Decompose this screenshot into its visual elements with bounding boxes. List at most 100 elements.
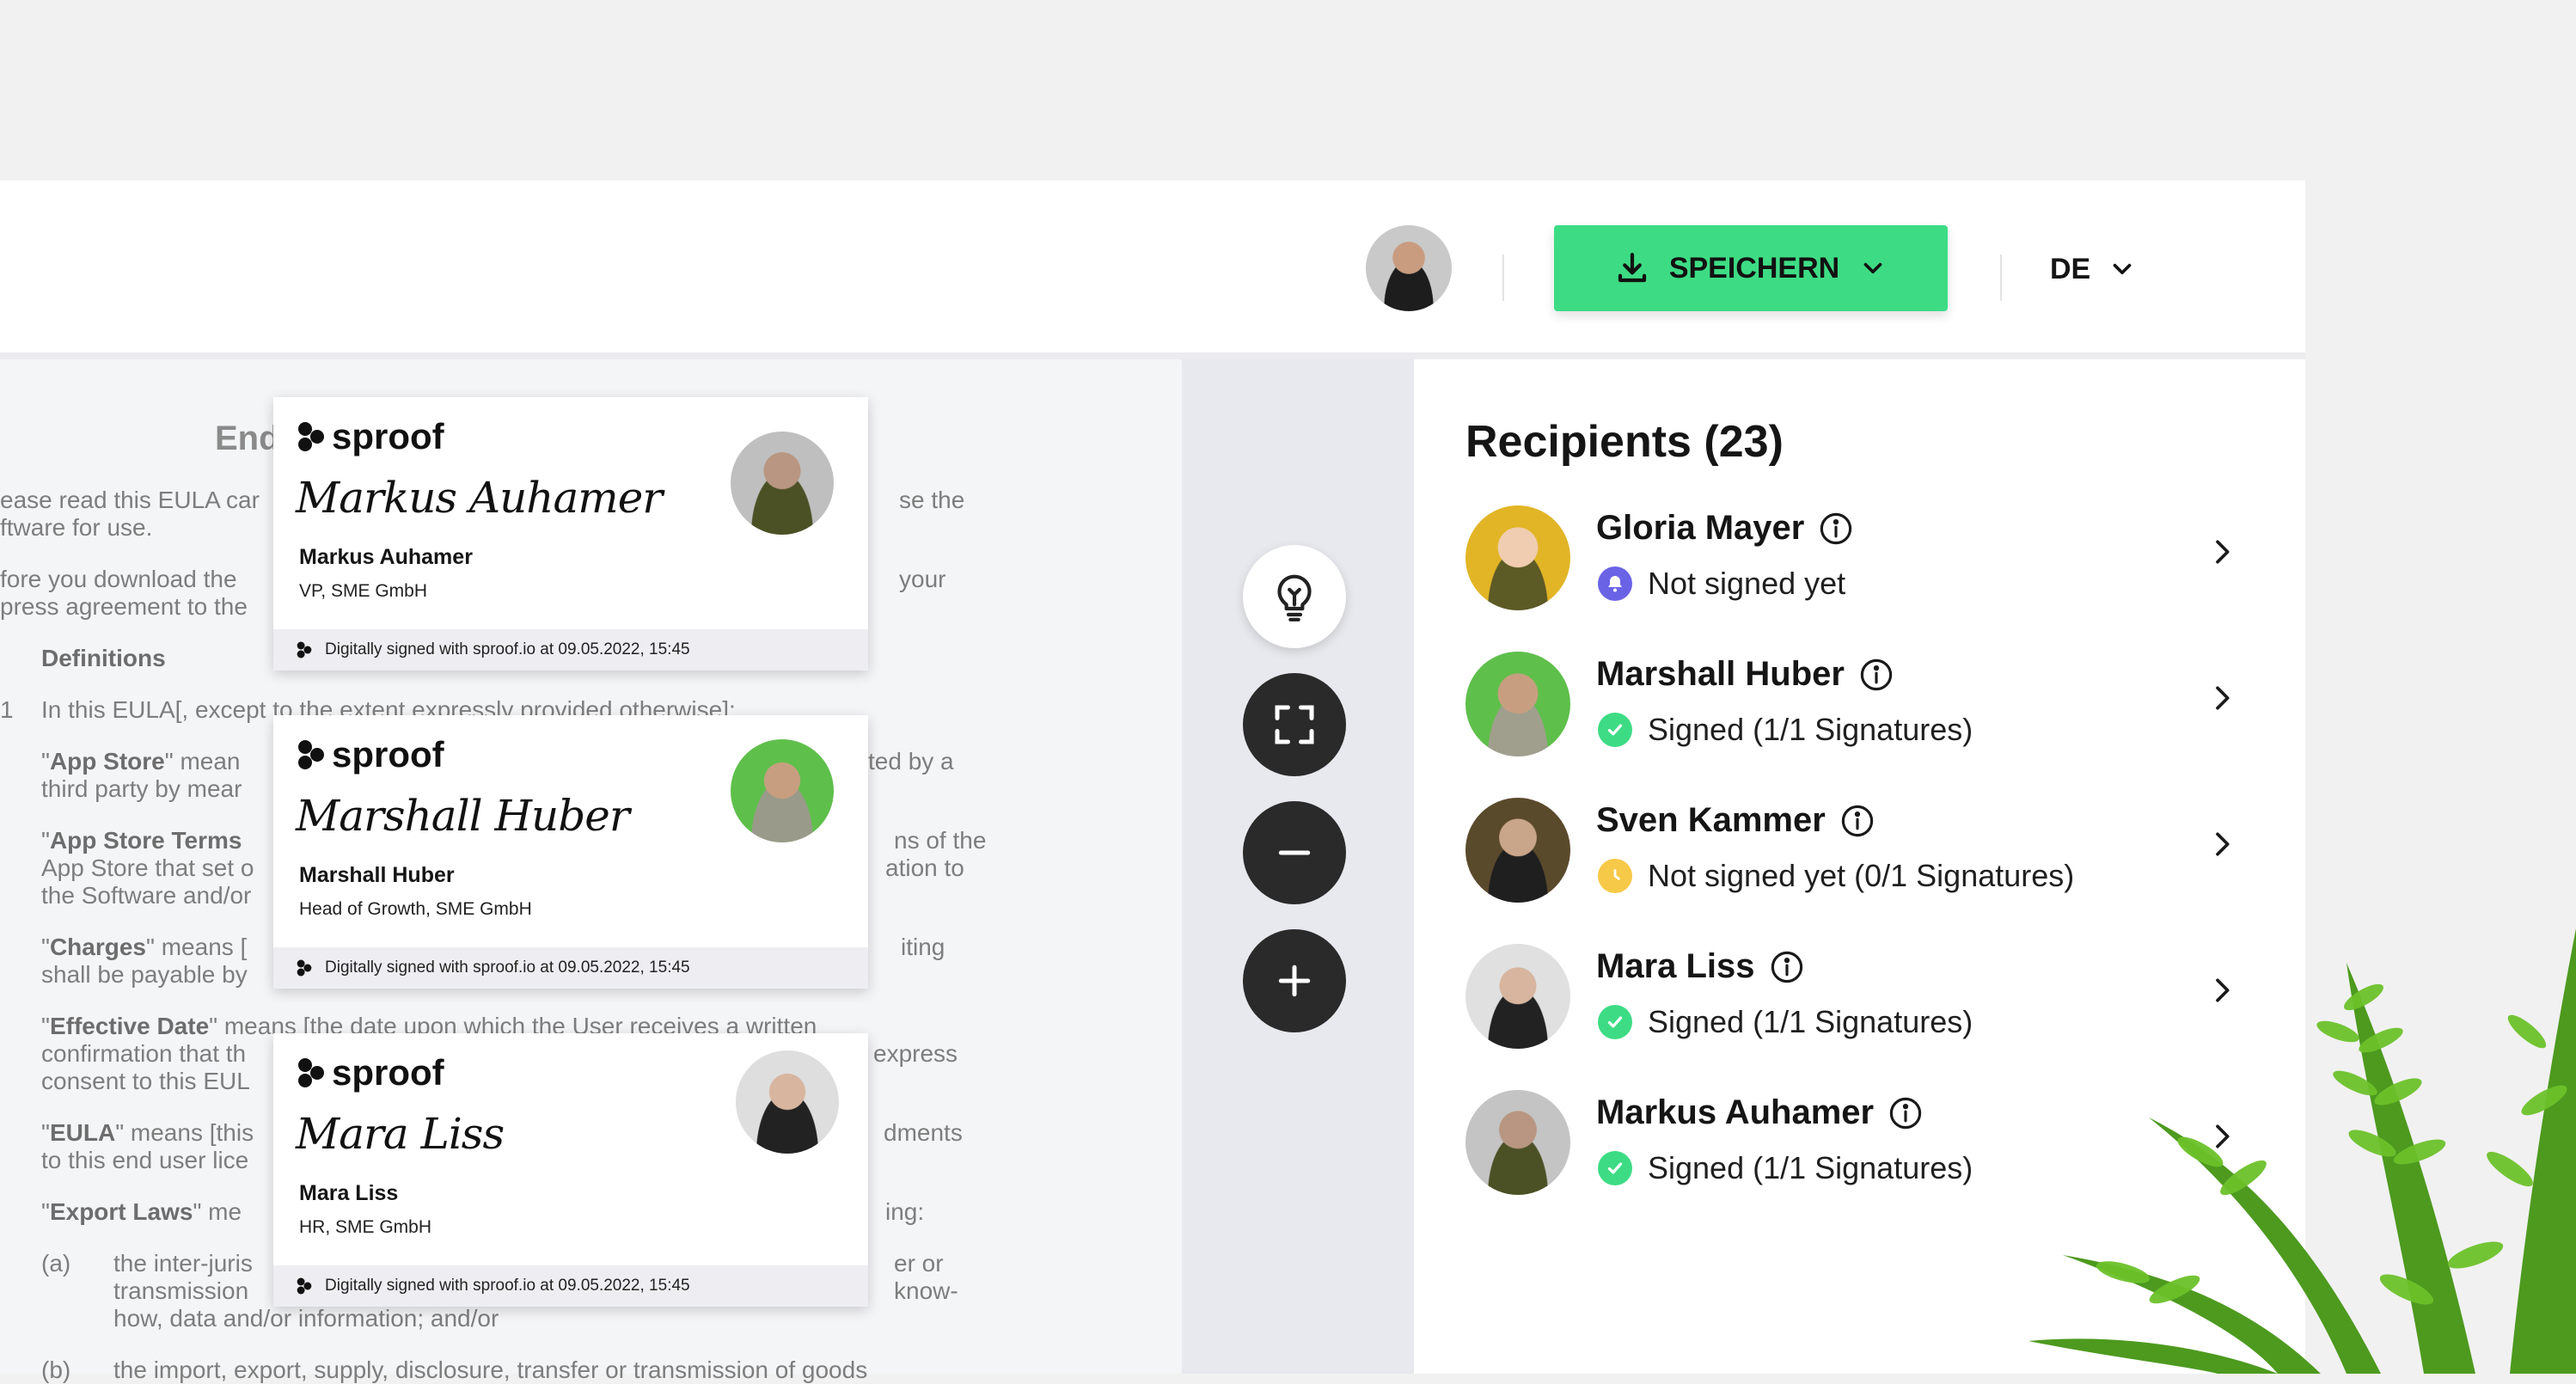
signer-role: Head of Growth, SME GmbH	[299, 899, 532, 919]
sproof-logo-icon	[298, 740, 324, 769]
fern-plant-decoration	[2028, 928, 2576, 1374]
doc-line: ted by a	[868, 748, 954, 775]
doc-line: the Software and/or	[41, 882, 252, 909]
handwritten-signature: Mara Liss	[296, 1109, 505, 1159]
recipient-status: Signed (1/1 Signatures)	[1598, 1150, 1973, 1186]
download-icon	[1618, 253, 1646, 283]
signature-card[interactable]: sproof Marshall Huber Marshall Huber Hea…	[273, 715, 868, 989]
sproof-logo: sproof	[296, 416, 444, 457]
signer-role: VP, SME GmbH	[299, 581, 427, 601]
recipient-name: Marshall Huber	[1596, 655, 1894, 694]
recipient-avatar	[1465, 1090, 1570, 1195]
sproof-logo-icon	[297, 1277, 312, 1295]
toolbar-separator	[1502, 254, 1504, 301]
doc-line: App Store that set o	[41, 854, 254, 881]
recipient-avatar	[1465, 944, 1570, 1049]
doc-line: ing:	[885, 1198, 925, 1225]
doc-line: ftware for use.	[0, 514, 153, 541]
document-title: End	[215, 419, 280, 457]
recipient-row[interactable]: Gloria Mayer Not signed yet	[1465, 505, 2239, 617]
language-label: DE	[2050, 252, 2091, 285]
zoom-out-button[interactable]	[1243, 801, 1346, 904]
doc-line: confirmation that th	[41, 1040, 247, 1067]
save-button[interactable]: SPEICHERN	[1554, 225, 1948, 311]
recipient-avatar	[1465, 652, 1570, 756]
sproof-logo-icon	[297, 641, 312, 658]
check-icon	[1598, 1005, 1632, 1039]
signature-footer: Digitally signed with sproof.io at 09.05…	[273, 629, 868, 671]
doc-line: er or	[894, 1250, 944, 1277]
signer-role: HR, SME GmbH	[299, 1217, 432, 1237]
signer-avatar	[736, 1050, 839, 1154]
doc-line: dments	[884, 1119, 963, 1146]
fullscreen-button[interactable]	[1243, 673, 1346, 776]
doc-line: press agreement to the	[0, 593, 248, 620]
save-button-label: SPEICHERN	[1668, 251, 1840, 285]
recipients-title: Recipients (23)	[1465, 417, 1784, 467]
info-icon[interactable]	[1888, 1095, 1924, 1131]
clock-icon	[1598, 859, 1632, 893]
signer-name: Marshall Huber	[299, 863, 455, 887]
doc-line: ation to	[885, 854, 964, 881]
top-toolbar	[0, 181, 2305, 352]
recipient-name: Mara Liss	[1596, 947, 1805, 986]
signature-card[interactable]: sproof Mara Liss Mara Liss HR, SME GmbH …	[273, 1033, 868, 1307]
tips-button[interactable]	[1243, 545, 1346, 648]
doc-line: fore you download the	[0, 566, 237, 592]
toolbar-separator	[2000, 254, 2002, 301]
sproof-logo: sproof	[296, 1052, 444, 1093]
doc-line: the inter-juris	[113, 1250, 253, 1277]
info-icon[interactable]	[1769, 949, 1805, 985]
chevron-down-icon[interactable]	[1858, 254, 1888, 283]
doc-line: ns of the	[894, 827, 987, 854]
sproof-logo-icon	[297, 959, 312, 977]
chevron-right-icon[interactable]	[2205, 681, 2239, 715]
signer-avatar	[731, 432, 834, 535]
zoom-in-button[interactable]	[1243, 929, 1346, 1032]
signer-name: Mara Liss	[299, 1181, 399, 1205]
recipient-status: Not signed yet	[1598, 566, 1845, 602]
toolbar-divider	[0, 352, 2305, 359]
plus-icon	[1278, 965, 1311, 997]
doc-line: transmission	[113, 1277, 249, 1304]
check-icon	[1598, 713, 1632, 747]
minus-icon	[1278, 850, 1311, 855]
check-icon	[1598, 1151, 1632, 1185]
list-marker: (b)	[41, 1356, 71, 1383]
fullscreen-icon	[1275, 705, 1314, 744]
user-avatar[interactable]	[1366, 225, 1452, 311]
info-icon[interactable]	[1858, 657, 1894, 693]
recipient-status: Signed (1/1 Signatures)	[1598, 1004, 1973, 1040]
list-marker: (a)	[41, 1250, 71, 1277]
doc-line: ease read this EULA car	[0, 487, 260, 513]
doc-line: third party by mear	[41, 775, 242, 802]
handwritten-signature: Marshall Huber	[296, 791, 630, 841]
signature-footer: Digitally signed with sproof.io at 09.05…	[273, 947, 868, 989]
definition-term: "Charges" means [	[41, 934, 248, 960]
definition-term: "Export Laws" me	[41, 1198, 242, 1225]
signer-name: Markus Auhamer	[299, 545, 473, 569]
recipient-name: Sven Kammer	[1596, 801, 1875, 840]
definitions-heading: Definitions	[41, 645, 166, 671]
doc-line: how, data and/or information; and/or	[113, 1305, 499, 1332]
recipient-name: Markus Auhamer	[1596, 1093, 1924, 1132]
doc-line: know-	[894, 1277, 958, 1304]
info-icon[interactable]	[1818, 511, 1854, 547]
doc-line: consent to this EUL	[41, 1068, 250, 1094]
doc-line: the import, export, supply, disclosure, …	[113, 1356, 868, 1383]
doc-line: your	[899, 566, 946, 592]
doc-line: iting	[901, 934, 945, 960]
bell-icon	[1598, 566, 1632, 601]
chevron-right-icon[interactable]	[2205, 535, 2239, 569]
recipient-row[interactable]: Marshall Huber Signed (1/1 Signatures)	[1465, 652, 2239, 763]
recipient-status: Signed (1/1 Signatures)	[1598, 712, 1973, 748]
language-selector[interactable]: DE	[2050, 248, 2137, 291]
sproof-logo: sproof	[296, 734, 444, 775]
doc-line: se the	[899, 487, 965, 513]
signature-card[interactable]: sproof Markus Auhamer Markus Auhamer VP,…	[273, 397, 868, 671]
section-number: 1	[0, 696, 14, 723]
info-icon[interactable]	[1839, 803, 1875, 839]
doc-line: shall be payable by	[41, 961, 248, 988]
lightbulb-icon	[1277, 574, 1312, 622]
signer-avatar	[731, 739, 834, 842]
